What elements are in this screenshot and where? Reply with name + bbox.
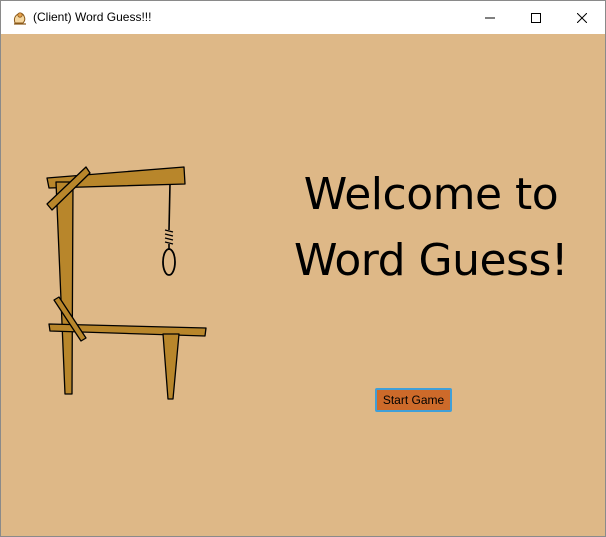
game-panel: Welcome to Word Guess! Start Game xyxy=(1,34,605,536)
welcome-heading: Welcome to Word Guess! xyxy=(271,162,591,294)
minimize-icon xyxy=(485,17,495,18)
gallows-icon xyxy=(46,166,207,400)
minimize-button[interactable] xyxy=(467,1,513,34)
close-button[interactable] xyxy=(559,1,605,34)
close-icon xyxy=(577,12,587,23)
app-window: (Client) Word Guess!!! Welcome to Word G… xyxy=(0,0,606,537)
maximize-icon xyxy=(531,12,541,23)
welcome-line-1: Welcome to xyxy=(303,169,559,220)
title-bar[interactable]: (Client) Word Guess!!! xyxy=(1,1,605,34)
start-game-button[interactable]: Start Game xyxy=(375,388,452,412)
window-title: (Client) Word Guess!!! xyxy=(33,10,152,24)
maximize-button[interactable] xyxy=(513,1,559,34)
welcome-line-2: Word Guess! xyxy=(293,235,569,286)
java-duke-icon[interactable] xyxy=(11,9,29,27)
